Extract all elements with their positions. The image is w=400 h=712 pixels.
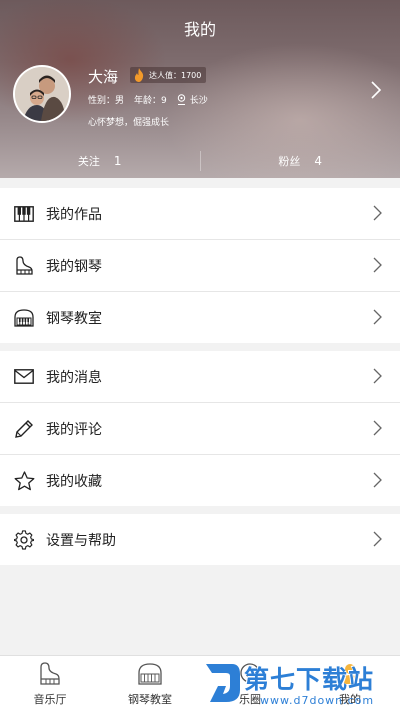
- user-meta: 性别：男 年龄：9 长沙: [88, 93, 208, 106]
- star-icon: [13, 470, 35, 492]
- avatar-photo: [15, 67, 69, 121]
- following-count: 1: [114, 154, 122, 168]
- stats-bar: 关注 1 粉丝 4: [0, 143, 400, 178]
- badge-text: 达人值：1700: [149, 70, 201, 81]
- motto-text: 心怀梦想，倔强成长: [88, 115, 169, 128]
- pencil-icon: [13, 418, 35, 440]
- menu-label: 我的消息: [46, 367, 102, 387]
- expert-badge: 达人值：1700: [130, 67, 206, 83]
- menu-label: 设置与帮助: [46, 530, 116, 550]
- chevron-right-icon: [372, 205, 382, 221]
- menu-item-my-works[interactable]: 我的作品: [0, 188, 400, 240]
- tab-label: 音乐厅: [34, 691, 67, 707]
- menu-item-piano-classroom[interactable]: 钢琴教室: [0, 292, 400, 343]
- chevron-right-icon: [372, 257, 382, 273]
- watermark: 第七下载站 www.d7down.com: [202, 660, 398, 710]
- following-stat[interactable]: 关注 1: [0, 153, 200, 169]
- tab-piano-classroom[interactable]: 钢琴教室: [100, 656, 200, 712]
- menu-label: 钢琴教室: [46, 308, 102, 328]
- chevron-right-icon: [372, 531, 382, 547]
- chevron-right-icon: [372, 368, 382, 384]
- menu-label: 我的钢琴: [46, 256, 102, 276]
- following-label: 关注: [78, 153, 100, 169]
- menu-item-my-favorites[interactable]: 我的收藏: [0, 455, 400, 506]
- followers-label: 粉丝: [278, 153, 300, 169]
- grand-piano-icon: [13, 255, 35, 277]
- followers-count: 4: [314, 154, 322, 168]
- page-title: 我的: [0, 16, 400, 40]
- mail-icon: [13, 366, 35, 388]
- piano-keys-icon: [13, 203, 35, 225]
- watermark-brand: 第七下载站: [244, 660, 374, 696]
- menu-label: 我的作品: [46, 204, 102, 224]
- menu-group-social: 我的消息 我的评论 我的收藏: [0, 351, 400, 506]
- gear-icon: [13, 529, 35, 551]
- tab-music-hall[interactable]: 音乐厅: [0, 656, 100, 712]
- piano-classroom-icon: [137, 662, 163, 686]
- chevron-right-icon: [372, 472, 382, 488]
- menu-group-settings: 设置与帮助: [0, 514, 400, 565]
- flame-icon: [133, 68, 145, 82]
- menu-item-settings-help[interactable]: 设置与帮助: [0, 514, 400, 565]
- grand-piano-icon: [37, 662, 63, 686]
- menu-item-my-comments[interactable]: 我的评论: [0, 403, 400, 455]
- city-text: 长沙: [190, 93, 208, 106]
- location-pin-icon: [177, 94, 186, 105]
- followers-stat[interactable]: 粉丝 4: [201, 153, 400, 169]
- gender-text: 性别：男: [88, 93, 124, 106]
- watermark-domain: www.d7down.com: [260, 694, 374, 707]
- d7-logo-icon: [202, 660, 242, 706]
- chevron-right-icon: [372, 309, 382, 325]
- age-text: 年龄：9: [134, 93, 167, 106]
- menu-label: 我的收藏: [46, 471, 102, 491]
- avatar[interactable]: [15, 67, 69, 121]
- profile-header: 我的 大海 达人值：1700 性别：男 年龄：9: [0, 0, 400, 178]
- location: 长沙: [177, 93, 208, 106]
- chevron-right-icon: [372, 420, 382, 436]
- username: 大海: [88, 66, 118, 87]
- menu-label: 我的评论: [46, 419, 102, 439]
- menu-item-my-piano[interactable]: 我的钢琴: [0, 240, 400, 292]
- menu-item-my-messages[interactable]: 我的消息: [0, 351, 400, 403]
- menu-group-works: 我的作品 我的钢琴 钢琴教室: [0, 188, 400, 343]
- chevron-right-icon[interactable]: [369, 80, 383, 100]
- tab-label: 钢琴教室: [128, 691, 172, 707]
- piano-classroom-icon: [13, 307, 35, 329]
